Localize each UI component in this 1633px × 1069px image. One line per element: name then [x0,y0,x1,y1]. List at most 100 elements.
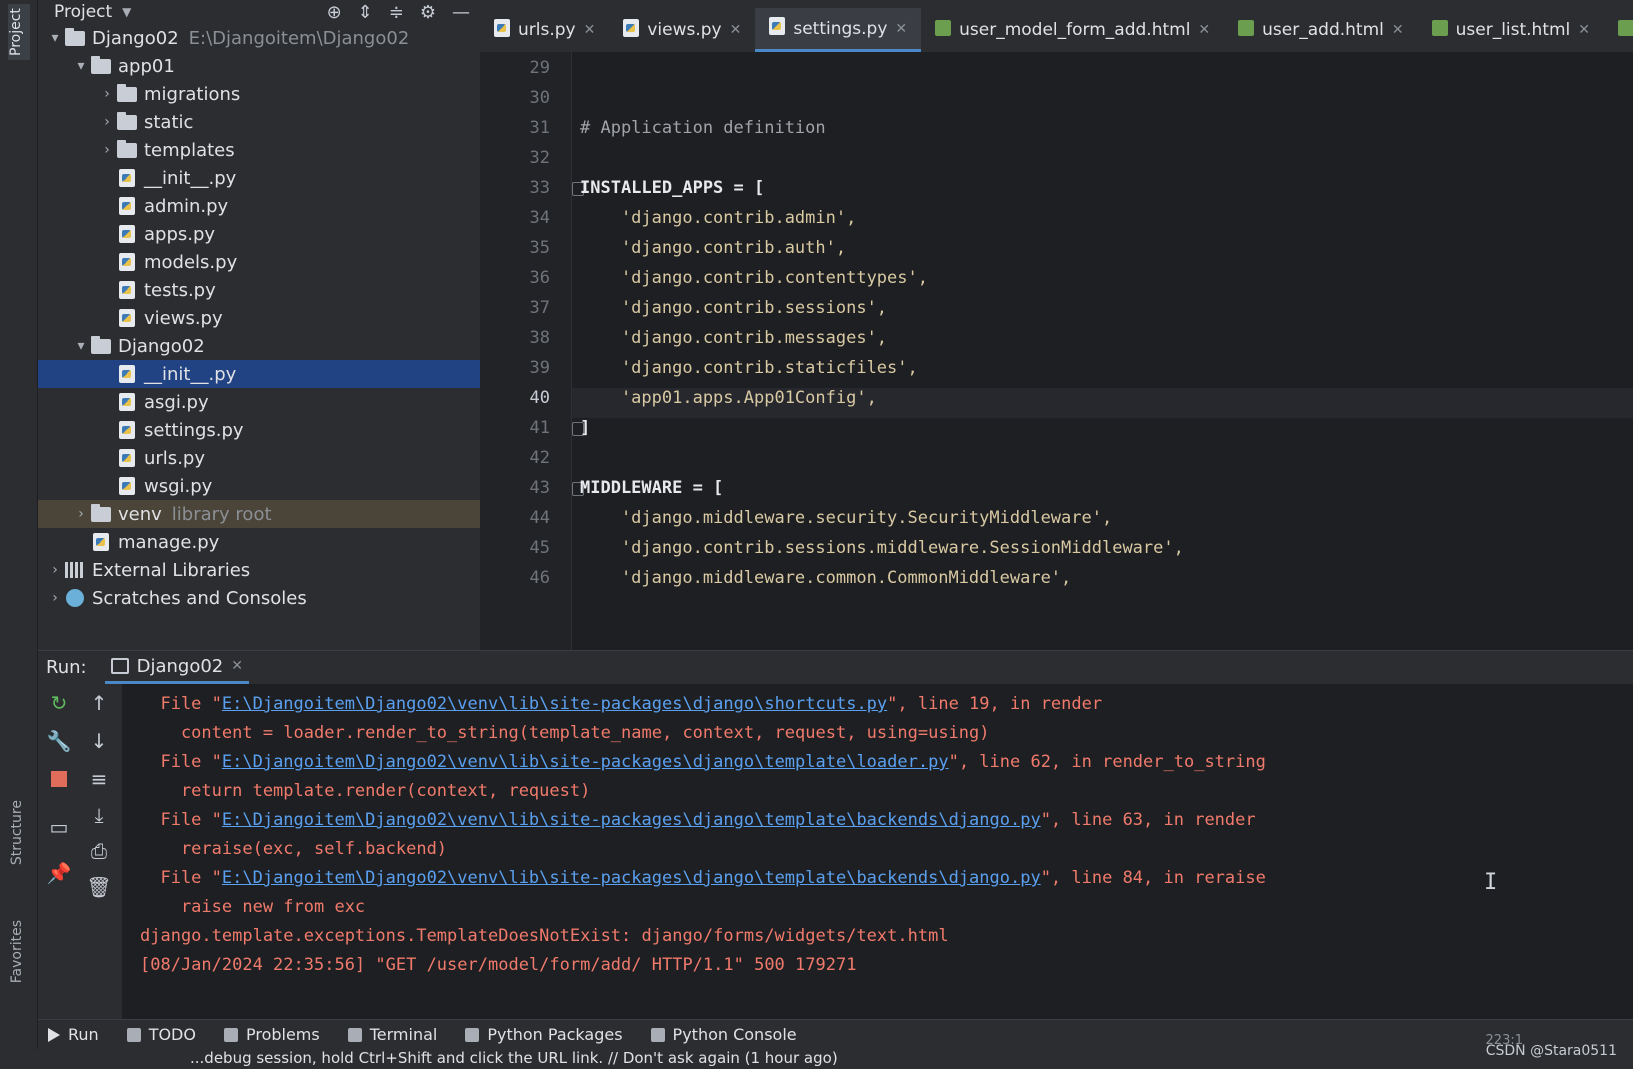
hide-icon[interactable]: — [452,2,470,23]
code-line[interactable]: 'django.contrib.staticfiles', [580,358,918,378]
chevron-right-icon[interactable]: › [46,590,64,606]
tree-item-label: views.py [144,307,223,329]
run-tab-django02[interactable]: Django02 ✕ [104,652,249,684]
tree-item[interactable]: views.py [38,304,480,332]
console-file-link[interactable]: E:\Djangoitem\Django02\venv\lib\site-pac… [222,810,1041,830]
chevron-down-icon[interactable]: ▾ [72,338,90,354]
code-line[interactable]: MIDDLEWARE = [ [580,478,723,498]
code-line[interactable]: 'django.contrib.messages', [580,328,887,348]
tree-item[interactable]: › External Libraries [38,556,480,584]
gear-icon[interactable]: ⚙ [420,2,436,23]
code-line[interactable]: 'app01.apps.App01Config', [580,388,877,408]
tree-item[interactable]: › static [38,108,480,136]
tree-item[interactable]: ▾ Django02 E:\Djangoitem\Django02 [38,24,480,52]
tree-item[interactable]: ▾ app01 [38,52,480,80]
tree-item[interactable]: admin.py [38,192,480,220]
layout-icon[interactable]: ▭ [46,814,72,840]
code-line[interactable]: INSTALLED_APPS = [ [580,178,764,198]
tree-item[interactable]: › Scratches and Consoles [38,584,480,612]
chevron-down-icon[interactable]: ▾ [46,30,64,46]
close-icon[interactable]: ✕ [231,658,243,674]
tree-item[interactable]: › migrations [38,80,480,108]
editor-tabs: urls.py ✕ views.py ✕ settings.py ✕ user_model_… [480,0,1633,52]
expand-all-icon[interactable]: ⇕ [358,2,373,23]
chevron-right-icon[interactable]: › [98,142,116,158]
bottom-tab[interactable]: Problems [223,1025,320,1044]
console-line: return template.render(context, request) [140,781,590,801]
tree-item[interactable]: __init__.py [38,164,480,192]
code-line[interactable]: 'django.middleware.common.CommonMiddlewa… [580,568,1071,588]
print-icon[interactable]: ⎙ [86,838,112,864]
run-console[interactable]: I File "E:\Djangoitem\Django02\venv\lib\… [122,684,1633,1019]
code-line[interactable]: ] [580,418,590,438]
editor-tab[interactable]: user_list.html ✕ [1418,8,1604,52]
code-line[interactable]: 'django.contrib.auth', [580,238,846,258]
bottom-tab[interactable]: TODO [126,1025,196,1044]
close-icon[interactable]: ✕ [1392,22,1404,38]
code-line[interactable]: # Application definition [580,118,826,138]
tree-item[interactable]: wsgi.py [38,472,480,500]
line-number: 45 [529,538,550,558]
close-icon[interactable]: ✕ [730,22,742,38]
scroll-to-end-icon[interactable]: ⤓ [86,802,112,828]
code-line[interactable]: 'django.contrib.contenttypes', [580,268,928,288]
chevron-right-icon[interactable]: › [72,506,90,522]
code-editor[interactable]: 29 30 31 32 33 34 35 36 37 38 39 40 41 42 43 44 45 46 # A… [480,52,1633,650]
pin-icon[interactable]: 📌 [46,860,72,886]
tree-item[interactable]: settings.py [38,416,480,444]
trash-icon[interactable]: 🗑 [86,874,112,900]
close-icon[interactable]: ✕ [1198,22,1210,38]
structure-tool-label[interactable]: Structure [9,800,25,865]
close-icon[interactable]: ✕ [895,21,907,37]
locate-icon[interactable]: ⊕ [327,2,342,23]
editor-tab[interactable]: urls.py ✕ [480,8,609,52]
code-line[interactable]: 'django.middleware.security.SecurityMidd… [580,508,1112,528]
chevron-right-icon[interactable]: › [98,114,116,130]
tree-item[interactable]: › templates [38,136,480,164]
project-panel-header: Project ▼ ⊕ ⇕ ≑ ⚙ — [38,0,480,24]
chevron-right-icon[interactable]: › [98,86,116,102]
arrow-up-icon[interactable]: ↑ [86,690,112,716]
tree-item[interactable]: asgi.py [38,388,480,416]
tree-item[interactable]: ▾ Django02 [38,332,480,360]
close-icon[interactable]: ✕ [584,22,596,38]
tree-item[interactable]: __init__.py [38,360,480,388]
console-file-link[interactable]: E:\Djangoitem\Django02\venv\lib\site-pac… [222,752,949,772]
bottom-tab[interactable]: Python Packages [465,1025,623,1044]
tree-item-label: apps.py [144,223,216,245]
project-tool-label[interactable]: Project [8,4,30,60]
chevron-right-icon[interactable]: › [46,562,64,578]
bottom-tab[interactable]: Python Console [650,1025,797,1044]
project-panel-title[interactable]: Project [54,2,112,22]
stop-icon[interactable] [46,766,72,792]
folder-icon [116,111,138,131]
tree-item[interactable]: › venv library root [38,500,480,528]
wrench-icon[interactable]: 🔧 [46,728,72,754]
tree-item[interactable]: tests.py [38,276,480,304]
soft-wrap-icon[interactable]: ≡ [86,766,112,792]
bottom-tab[interactable]: Terminal [347,1025,437,1044]
favorites-tool-label[interactable]: Favorites [9,920,25,983]
tree-item[interactable]: models.py [38,248,480,276]
collapse-all-icon[interactable]: ≑ [389,2,404,23]
close-icon[interactable]: ✕ [1578,22,1590,38]
console-file-link[interactable]: E:\Djangoitem\Django02\venv\lib\site-pac… [222,868,1041,888]
arrow-down-icon[interactable]: ↓ [86,728,112,754]
editor-tab[interactable]: depart_add.✕ [1604,8,1633,52]
tree-item[interactable]: urls.py [38,444,480,472]
code-line[interactable]: 'django.contrib.sessions', [580,298,887,318]
rerun-icon[interactable]: ↻ [46,690,72,716]
console-file-link[interactable]: E:\Djangoitem\Django02\venv\lib\site-pac… [222,694,887,714]
tree-item[interactable]: manage.py [38,528,480,556]
tree-item[interactable]: apps.py [38,220,480,248]
chevron-down-icon[interactable]: ▾ [72,58,90,74]
editor-tab[interactable]: user_model_form_add.html ✕ [921,8,1224,52]
bottom-tab[interactable]: Run [48,1025,99,1044]
code-line[interactable]: 'django.contrib.admin', [580,208,856,228]
editor-tab[interactable]: views.py ✕ [609,8,755,52]
editor-tab[interactable]: user_add.html ✕ [1224,8,1417,52]
editor-tab[interactable]: settings.py ✕ [755,8,922,52]
code-line[interactable]: 'django.contrib.sessions.middleware.Sess… [580,538,1184,558]
tree-item-label: Django02 [118,335,205,357]
chevron-down-icon[interactable]: ▼ [122,5,131,19]
